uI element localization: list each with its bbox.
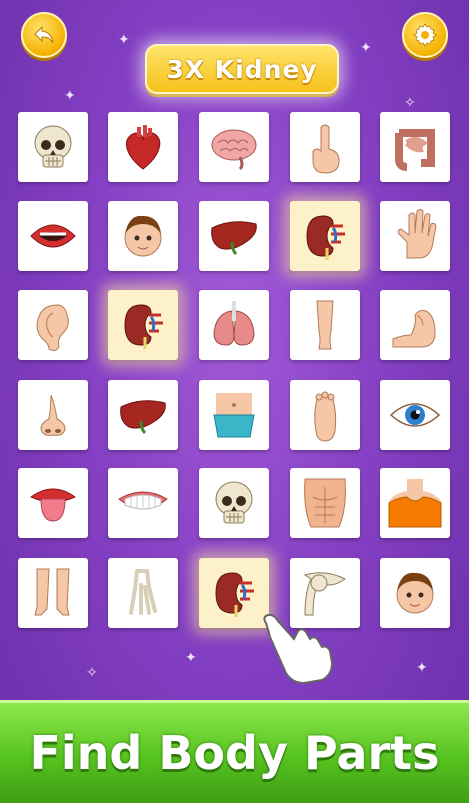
foot-bones-icon <box>129 569 157 615</box>
card-skull[interactable] <box>199 468 269 538</box>
face-icon <box>124 215 162 257</box>
card-foot[interactable] <box>290 380 360 450</box>
card-legs[interactable] <box>18 558 88 628</box>
foot-icon <box>314 391 337 442</box>
card-ear[interactable] <box>18 290 88 360</box>
card-skull[interactable] <box>18 112 88 182</box>
pointer-hand-icon <box>263 613 334 685</box>
liver-icon <box>120 400 166 435</box>
card-kidney[interactable] <box>290 201 360 271</box>
card-finger[interactable] <box>290 112 360 182</box>
card-arm[interactable] <box>380 290 450 360</box>
legs-icon <box>34 568 70 616</box>
back-button[interactable] <box>21 12 67 58</box>
card-chest[interactable] <box>290 468 360 538</box>
skull-icon <box>215 481 253 524</box>
sparkle-decoration: ✧ <box>404 95 416 111</box>
mouth-icon <box>30 224 76 248</box>
teeth-icon <box>118 491 168 510</box>
card-shoulders[interactable] <box>380 468 450 538</box>
footer-banner: Find Body Parts <box>0 700 469 803</box>
sparkle-decoration: ✦ <box>64 88 76 104</box>
card-belly[interactable] <box>199 380 269 450</box>
hand-icon <box>397 209 437 259</box>
card-face[interactable] <box>380 558 450 628</box>
sparkle-decoration: ✧ <box>86 665 98 681</box>
card-teeth[interactable] <box>108 468 178 538</box>
face-icon <box>396 572 434 614</box>
arm-icon <box>392 309 436 348</box>
leg-icon <box>316 300 334 350</box>
target-label: 3X Kidney <box>145 44 339 94</box>
card-leg[interactable] <box>290 290 360 360</box>
settings-button[interactable] <box>402 12 448 58</box>
footer-title: Find Body Parts <box>29 726 440 780</box>
card-tongue[interactable] <box>18 468 88 538</box>
body-parts-grid <box>18 112 451 630</box>
card-kidney[interactable] <box>108 290 178 360</box>
heart-icon <box>126 125 161 170</box>
card-hand[interactable] <box>380 201 450 271</box>
sparkle-decoration: ✦ <box>185 650 197 666</box>
sparkle-decoration: ✦ <box>416 660 428 676</box>
card-brain[interactable] <box>199 112 269 182</box>
back-arrow-icon <box>34 25 54 44</box>
eye-icon <box>389 403 441 427</box>
card-nose[interactable] <box>18 380 88 450</box>
sparkle-decoration: ✦ <box>118 32 130 48</box>
card-lungs[interactable] <box>199 290 269 360</box>
liver-icon <box>211 221 257 256</box>
card-foot-bones[interactable] <box>108 558 178 628</box>
belly-icon <box>213 393 255 438</box>
gear-icon <box>413 23 437 47</box>
brain-icon <box>211 129 257 171</box>
card-face[interactable] <box>108 201 178 271</box>
lungs-icon <box>213 301 255 346</box>
card-intestine[interactable] <box>380 112 450 182</box>
card-liver[interactable] <box>108 380 178 450</box>
kidney-icon <box>306 215 345 260</box>
finger-icon <box>312 124 340 174</box>
chest-icon <box>304 478 346 528</box>
card-heart[interactable] <box>108 112 178 182</box>
nose-icon <box>40 394 66 436</box>
ear-icon <box>36 304 69 352</box>
sparkle-decoration: ✦ <box>360 40 372 56</box>
card-liver[interactable] <box>199 201 269 271</box>
card-eye[interactable] <box>380 380 450 450</box>
tongue-icon <box>30 488 76 522</box>
card-mouth[interactable] <box>18 201 88 271</box>
shoulders-icon <box>388 479 442 528</box>
kidney-icon <box>215 572 254 617</box>
skull-icon <box>34 125 72 168</box>
kidney-icon <box>124 304 163 349</box>
intestine-icon <box>395 129 435 171</box>
